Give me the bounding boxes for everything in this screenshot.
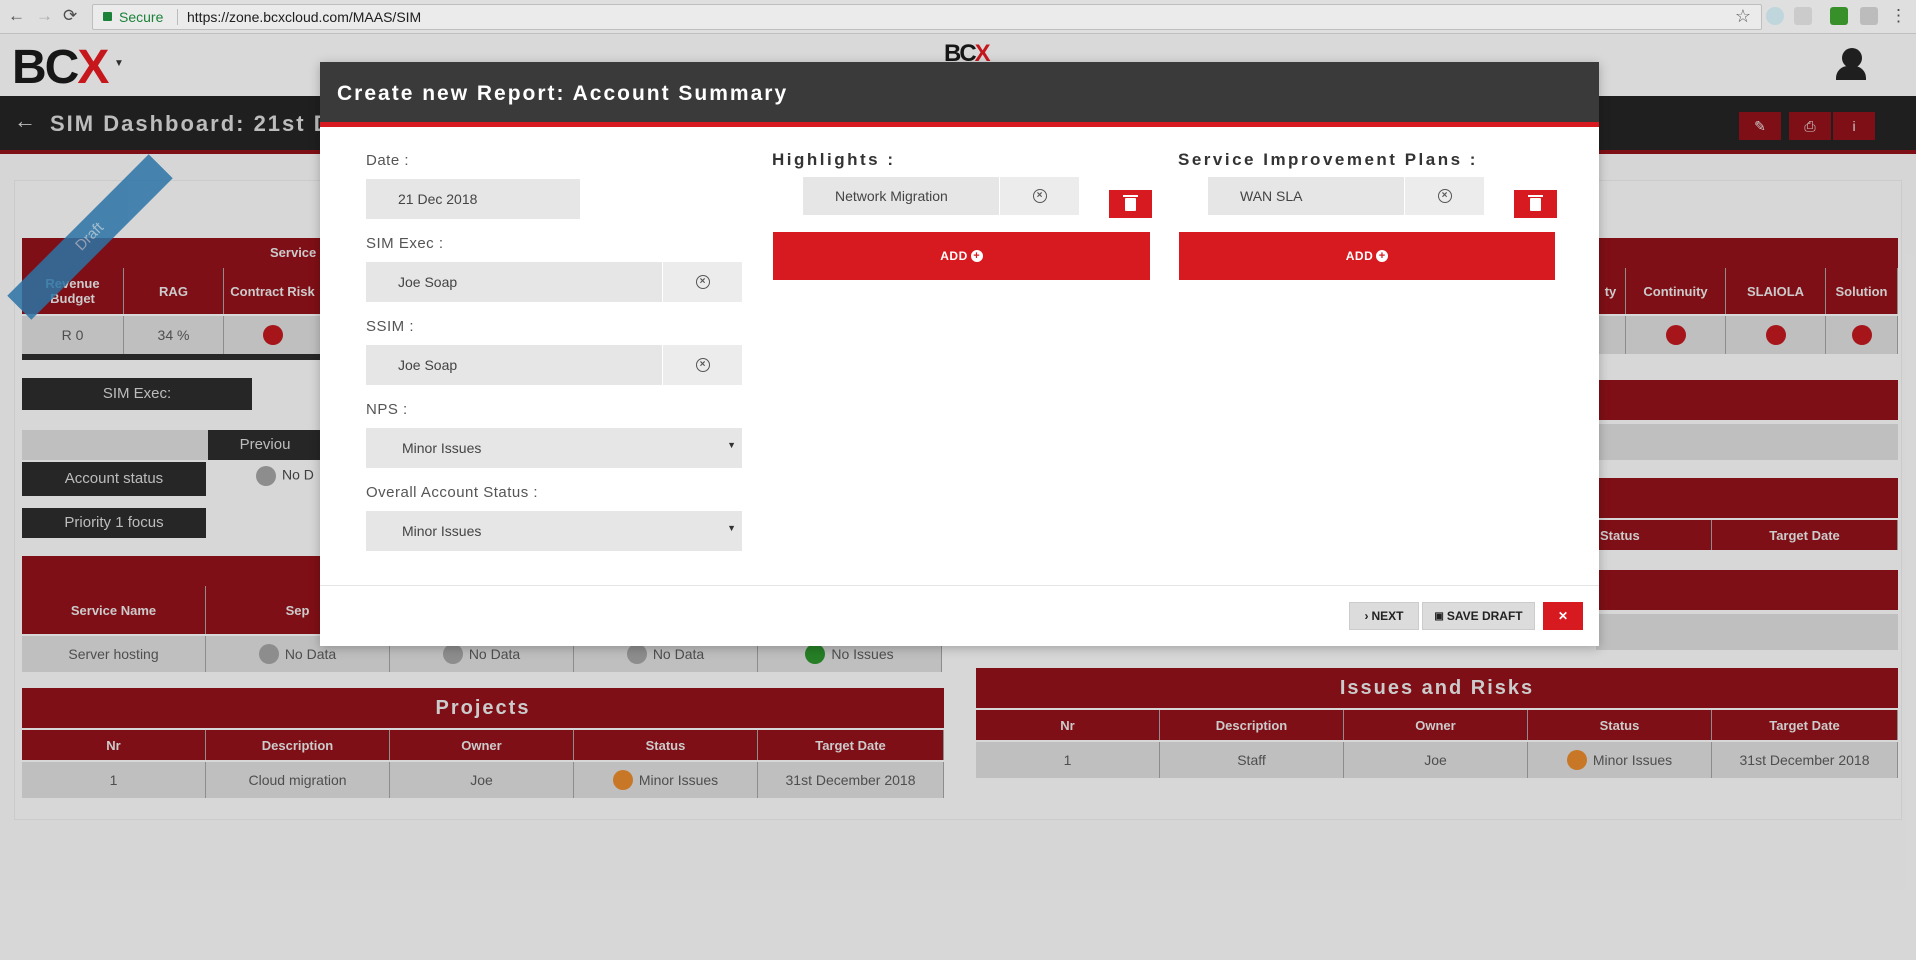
overall-status-label: Overall Account Status : [366, 484, 539, 501]
date-value: 21 Dec 2018 [398, 191, 478, 207]
highlight-item-field[interactable]: Network Migration × [803, 177, 1079, 215]
clear-button[interactable]: × [999, 177, 1079, 215]
delete-sip-button[interactable] [1514, 190, 1557, 218]
plus-circle-icon: + [1376, 250, 1389, 262]
sim-exec-label: SIM Exec : [366, 235, 444, 252]
trash-icon [1123, 194, 1138, 211]
modal-title: Create new Report: Account Summary [337, 82, 789, 105]
date-label: Date : [366, 152, 410, 169]
clear-button[interactable]: × [662, 262, 742, 302]
chevron-right-icon: › [1364, 609, 1369, 623]
sip-item-value: WAN SLA [1240, 188, 1303, 204]
date-field[interactable]: 21 Dec 2018 [366, 179, 580, 219]
nps-select[interactable]: Minor Issues ▼ [366, 428, 742, 468]
close-button[interactable]: ✕ [1543, 602, 1583, 630]
overall-status-value: Minor Issues [402, 523, 482, 539]
clear-button[interactable]: × [662, 345, 742, 385]
clear-icon: × [695, 358, 710, 372]
nps-value: Minor Issues [402, 440, 482, 456]
plus-circle-icon: + [970, 250, 983, 262]
clear-icon: × [1032, 189, 1047, 203]
chevron-down-icon: ▼ [727, 440, 736, 450]
sim-exec-value: Joe Soap [398, 274, 458, 290]
clear-icon: × [695, 275, 710, 289]
nps-label: NPS : [366, 401, 408, 418]
ssim-label: SSIM : [366, 318, 415, 335]
sip-item-field[interactable]: WAN SLA × [1208, 177, 1484, 215]
create-report-modal: Create new Report: Account Summary Date … [320, 62, 1599, 646]
ssim-value: Joe Soap [398, 357, 458, 373]
delete-highlight-button[interactable] [1109, 190, 1152, 218]
add-highlight-button[interactable]: ADD + [773, 232, 1150, 280]
overall-status-select[interactable]: Minor Issues ▼ [366, 511, 742, 551]
trash-icon [1528, 194, 1543, 211]
clear-button[interactable]: × [1404, 177, 1484, 215]
sip-heading: Service Improvement Plans : [1178, 150, 1478, 169]
next-button[interactable]: › NEXT [1349, 602, 1419, 630]
sim-exec-field[interactable]: Joe Soap × [366, 262, 742, 302]
clear-icon: × [1437, 189, 1452, 203]
chevron-down-icon: ▼ [727, 523, 736, 533]
save-draft-button[interactable]: ▣ SAVE DRAFT [1422, 602, 1535, 630]
save-icon: ▣ [1434, 610, 1444, 622]
modal-footer-divider [320, 585, 1599, 586]
highlights-heading: Highlights : [772, 150, 896, 169]
ssim-field[interactable]: Joe Soap × [366, 345, 742, 385]
add-sip-button[interactable]: ADD + [1179, 232, 1555, 280]
highlight-item-value: Network Migration [835, 188, 948, 204]
modal-header: Create new Report: Account Summary [320, 62, 1599, 127]
